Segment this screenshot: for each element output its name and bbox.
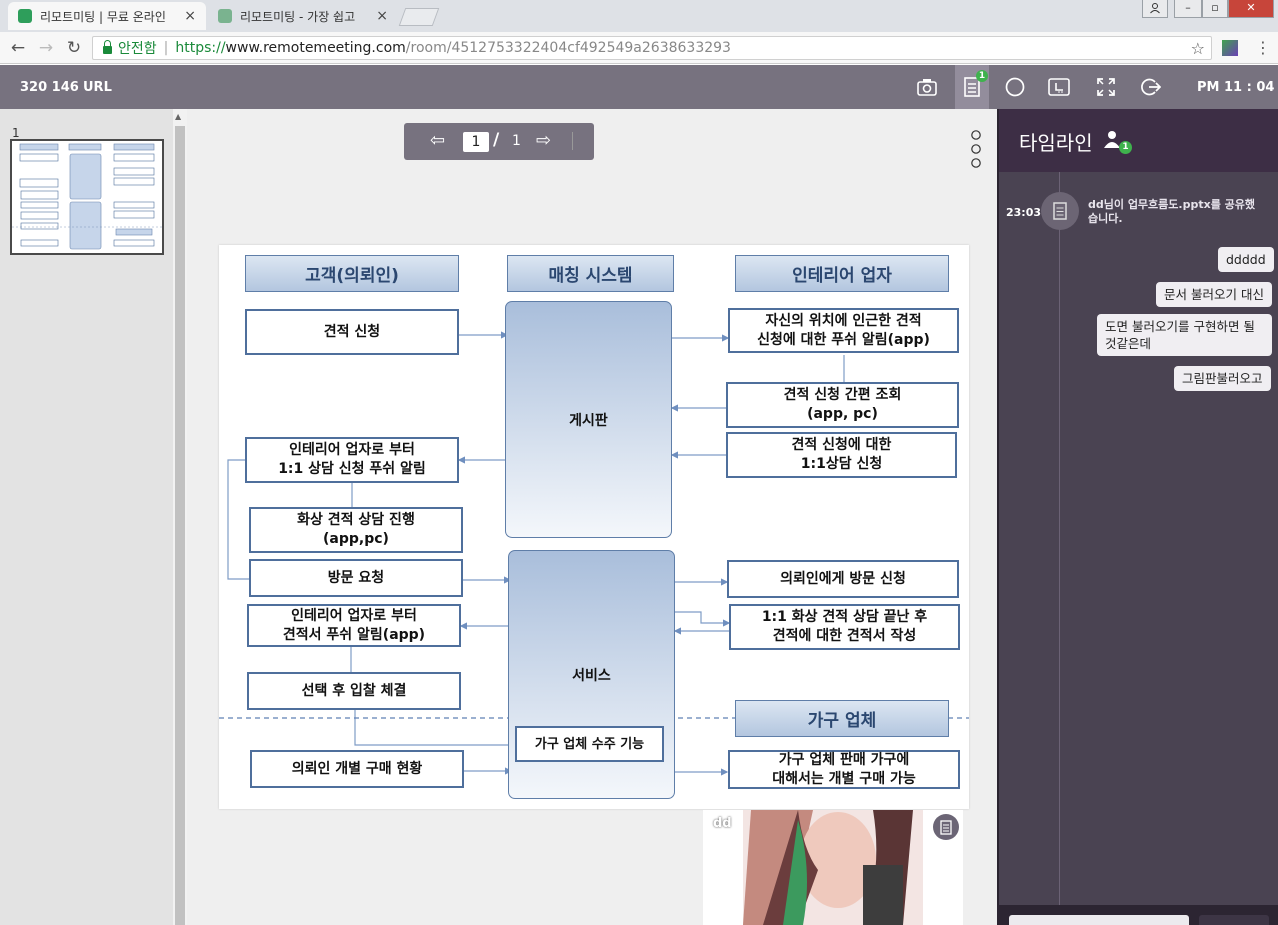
box-push-estimate: 인테리어 업자로 부터 견적서 푸쉬 알림(app) (247, 604, 461, 647)
screen-share-icon[interactable] (1048, 76, 1070, 98)
chat-input[interactable] (1009, 915, 1189, 925)
participant-name: dd (713, 816, 732, 831)
forward-arrow-icon[interactable]: → (36, 38, 56, 58)
remotemeeting-favicon-icon (218, 9, 232, 23)
page-separator: / (493, 130, 500, 150)
tab-close-icon[interactable]: × (376, 8, 388, 24)
box-video-consult: 화상 견적 상담 진행 (app,pc) (249, 507, 463, 553)
slide-canvas: 고객(의뢰인) 매칭 시스템 인테리어 업자 게시판 서비스 견적 신청 인테리… (219, 245, 969, 809)
new-tab-button[interactable] (398, 8, 440, 26)
scroll-up-arrow-icon[interactable]: ▲ (175, 112, 181, 121)
app-toolbar: 320 146 URL 1 PM 11 : 04 (0, 65, 1278, 109)
close-window-button[interactable]: ✕ (1228, 0, 1274, 18)
bookmark-star-icon[interactable]: ☆ (1191, 39, 1205, 58)
document-count-badge: 1 (976, 70, 988, 82)
event-time: 23:03 (1006, 206, 1042, 219)
box-furniture-buy: 가구 업체 판매 가구에 대해서는 개별 구매 가능 (728, 750, 960, 789)
page-number-input[interactable]: 1 (463, 132, 489, 152)
camera-icon[interactable] (916, 76, 938, 98)
scrollbar-thumb[interactable] (175, 126, 185, 925)
tab-close-icon[interactable]: × (184, 8, 196, 24)
box-purchase-status: 의뢰인 개별 구매 현황 (250, 750, 464, 788)
exit-room-icon[interactable] (1140, 76, 1162, 98)
page-navigator: ⇦ 1 / 1 ⇨ (404, 123, 594, 160)
box-push-consult: 인테리어 업자로 부터 1:1 상담 신청 푸쉬 알림 (245, 437, 459, 483)
event-text: dd님이 업무흐름도.pptx를 공유했습니다. (1088, 198, 1256, 225)
timeline-title: 타임라인 (1019, 131, 1093, 155)
participant-doc-icon[interactable] (933, 814, 959, 840)
shared-document-icon[interactable] (1041, 192, 1079, 230)
header-furniture: 가구 업체 (735, 700, 949, 737)
lock-icon (103, 40, 112, 54)
url-host: www.remotemeeting.com (225, 40, 406, 56)
box-select-bid: 선택 후 입찰 체결 (247, 672, 461, 710)
url-input[interactable]: 안전함 | https://www.remotemeeting.com/room… (92, 36, 1212, 60)
header-matching-system: 매칭 시스템 (507, 255, 674, 292)
room-number: 320 146 (20, 80, 79, 95)
tab-remotemeeting-second[interactable]: 리모트미팅 - 가장 쉽고 × (208, 2, 398, 30)
url-share-button[interactable]: URL (83, 80, 112, 95)
profile-icon[interactable] (1142, 0, 1168, 18)
browser-tab-bar: 리모트미팅 | 무료 온라인 × 리모트미팅 - 가장 쉽고 × – ▫ ✕ (0, 0, 1278, 32)
box-visit-apply: 의뢰인에게 방문 신청 (727, 560, 959, 598)
timeline-header: 타임라인 1 (999, 109, 1278, 172)
url-scheme: https:// (175, 40, 226, 56)
chat-message: ddddd (1218, 247, 1274, 272)
chat-message: 문서 불러오기 대신 (1156, 282, 1272, 307)
thumbnail-page-number: 1 (12, 126, 20, 140)
box-estimate-request: 견적 신청 (245, 309, 459, 355)
document-button[interactable]: 1 (955, 65, 989, 109)
back-arrow-icon[interactable]: ← (8, 38, 28, 58)
secure-label: 안전함 (118, 41, 157, 57)
header-interior-contractor: 인테리어 업자 (735, 255, 949, 292)
timeline-panel (997, 109, 1278, 925)
record-circle-icon[interactable] (1004, 76, 1026, 98)
extension-icon[interactable] (1222, 40, 1238, 56)
maximize-window-button[interactable]: ▫ (1202, 0, 1228, 18)
slide-thumbnail[interactable] (10, 139, 164, 255)
next-page-arrow-icon[interactable]: ⇨ (536, 130, 551, 151)
send-button[interactable] (1199, 915, 1269, 925)
url-path: /room/4512753322404cf492549a2638633293 (405, 40, 731, 56)
more-options-icon[interactable] (970, 129, 982, 173)
chat-message: 도면 불러오기를 구현하면 될 것같은데 (1097, 314, 1272, 356)
participant-video[interactable]: dd (703, 810, 963, 925)
minimize-window-button[interactable]: – (1174, 0, 1202, 18)
box-write-estimate: 1:1 화상 견적 상담 끝난 후 견적에 대한 견적서 작성 (729, 604, 960, 650)
thumbnail-diagram-preview (12, 143, 162, 250)
prev-page-arrow-icon[interactable]: ⇦ (430, 130, 445, 151)
clock: PM 11 : 04 (1197, 80, 1275, 95)
address-bar-row: ← → ↻ 안전함 | https://www.remotemeeting.co… (0, 32, 1278, 64)
menu-dots-icon[interactable]: ⋮ (1255, 38, 1271, 57)
timeline-axis (1059, 172, 1060, 905)
participants-count-badge: 1 (1119, 141, 1132, 154)
box-push-nearby: 자신의 위치에 인근한 견적 신청에 대한 푸쉬 알림(app) (728, 308, 959, 353)
participant-video-frame (743, 810, 923, 925)
tab-remotemeeting-active[interactable]: 리모트미팅 | 무료 온라인 × (8, 2, 206, 30)
box-visit-request: 방문 요청 (249, 559, 463, 597)
total-pages: 1 (512, 133, 521, 149)
chat-message: 그림판불러오고 (1174, 366, 1271, 391)
box-furniture-order: 가구 업체 수주 기능 (515, 726, 664, 762)
remotemeeting-favicon-icon (18, 9, 32, 23)
box-consult-request: 견적 신청에 대한 1:1상담 신청 (726, 432, 957, 478)
box-simple-view: 견적 신청 간편 조회 (app, pc) (726, 382, 959, 428)
header-customer: 고객(의뢰인) (245, 255, 459, 292)
tab-title: 리모트미팅 - 가장 쉽고 (240, 9, 356, 24)
tab-title: 리모트미팅 | 무료 온라인 (40, 9, 166, 24)
board-block: 게시판 (505, 301, 672, 538)
reload-icon[interactable]: ↻ (64, 38, 84, 58)
fullscreen-icon[interactable] (1095, 76, 1117, 98)
